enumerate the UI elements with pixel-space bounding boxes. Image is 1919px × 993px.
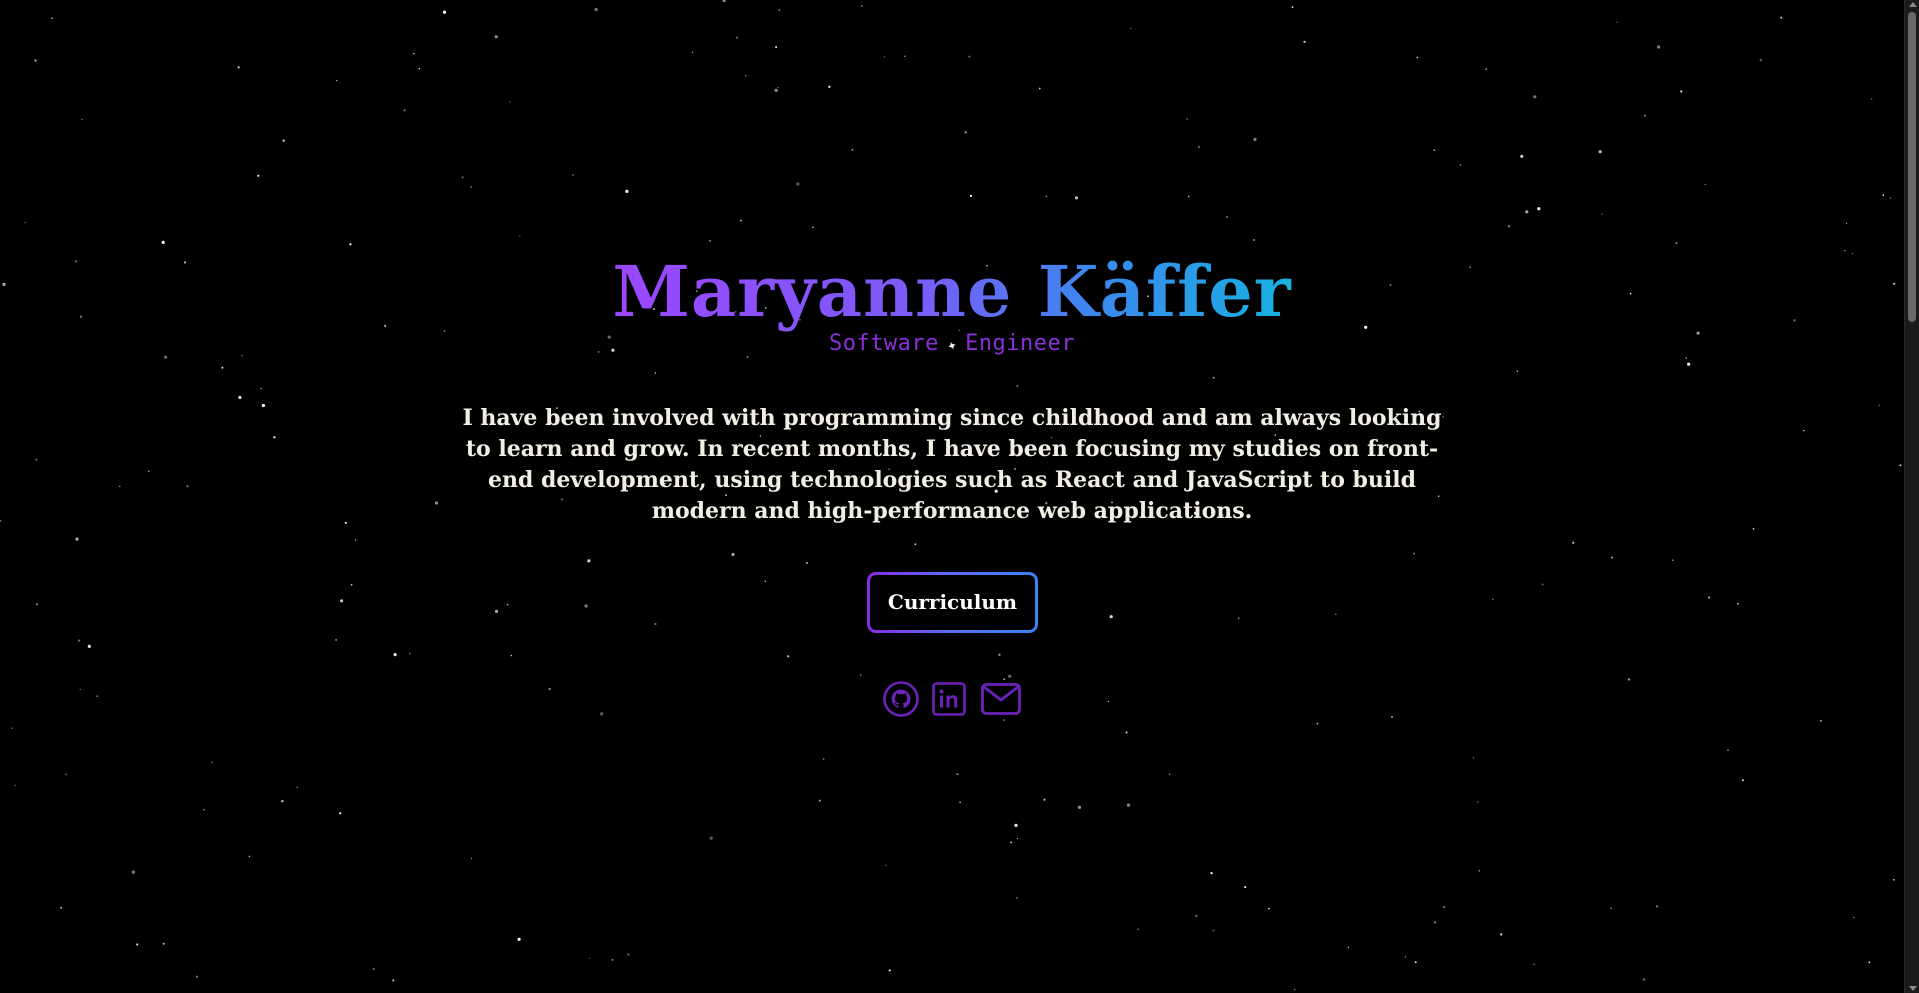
job-title-right: Engineer [965, 331, 1076, 356]
github-link[interactable] [882, 680, 920, 718]
bio-paragraph: I have been involved with programming si… [462, 405, 1442, 524]
scroll-down-icon[interactable] [1909, 986, 1917, 991]
curriculum-button[interactable]: Curriculum [867, 572, 1038, 633]
hero-section: Maryanne Käffer Software ✦ Engineer I have… [0, 0, 1904, 993]
page-title: Maryanne Käffer [0, 252, 1904, 332]
scroll-up-icon[interactable] [1909, 2, 1917, 7]
social-links [882, 680, 1024, 720]
job-title-left: Software [828, 331, 939, 356]
github-icon [883, 681, 919, 717]
vertical-scrollbar[interactable] [1904, 0, 1919, 993]
name-text: Maryanne Käffer [612, 250, 1292, 333]
linkedin-icon [932, 682, 966, 716]
scrollbar-thumb[interactable] [1908, 12, 1916, 322]
linkedin-link[interactable] [932, 682, 966, 716]
email-link[interactable] [981, 683, 1021, 715]
portfolio-page: Maryanne Käffer Software ✦ Engineer I have… [0, 0, 1919, 993]
sparkle-icon: ✦ [943, 333, 960, 356]
mail-icon [981, 683, 1021, 715]
job-title: Software ✦ Engineer [0, 330, 1904, 359]
